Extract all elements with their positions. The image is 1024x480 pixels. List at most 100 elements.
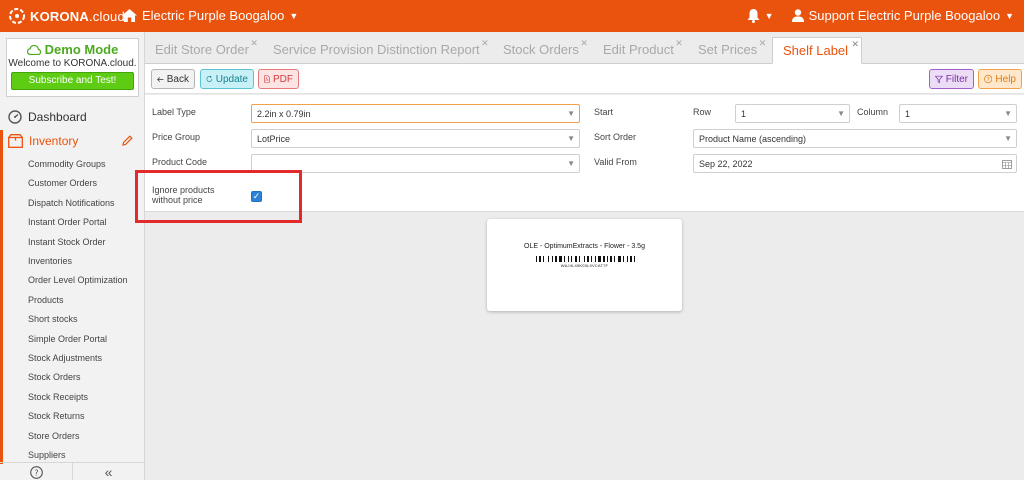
tab-bar: Edit Store Order ✕ Service Provision Dist… [145,32,1024,64]
user-icon [791,9,804,22]
tab-service-provision-distinction-report[interactable]: Service Provision Distinction Report ✕ [273,38,489,57]
chevron-down-icon: ▼ [837,109,845,118]
filter-label: Filter [945,73,968,85]
sidebar-item-short-stocks[interactable]: Short stocks [28,314,78,324]
preview-product-line: OLE - OptimumExtracts - Flower - 3.5g [524,243,645,250]
barcode-bar [584,256,585,262]
notifications-menu[interactable]: ▼ [747,8,774,23]
sidebar-item-instant-order-portal[interactable]: Instant Order Portal [28,217,107,227]
help-circle-button[interactable]: ? [0,463,72,480]
product-code-label: Product Code [152,157,208,167]
sidebar-item-commodity-groups[interactable]: Commodity Groups [28,159,106,169]
close-icon[interactable]: ✕ [759,38,767,49]
svg-text:?: ? [987,77,990,83]
sidebar: Demo Mode Welcome to KORONA.cloud. Subsc… [0,32,145,480]
tab-label: Set Prices [698,42,758,57]
row-value: 1 [741,109,747,119]
sidebar-item-stock-receipts[interactable]: Stock Receipts [28,392,88,402]
tab-stock-orders[interactable]: Stock Orders ✕ [503,38,588,57]
user-menu[interactable]: Support Electric Purple Boogaloo ▼ [791,8,1014,23]
korona-logo[interactable]: KORONA.cloud [8,7,125,25]
sidebar-item-store-orders[interactable]: Store Orders [28,431,80,441]
caret-down-icon: ▼ [764,10,774,21]
help-button[interactable]: ? Help [978,69,1022,89]
tab-shelf-label[interactable]: Shelf Label ✕ [772,37,862,64]
label-type-label: Label Type [152,107,196,117]
store-name: Electric Purple Boogaloo [142,8,285,23]
tab-edit-store-order[interactable]: Edit Store Order ✕ [155,38,258,57]
sidebar-item-stock-returns[interactable]: Stock Returns [28,411,85,421]
close-icon[interactable]: ✕ [675,38,683,49]
pdf-label: PDF [273,73,293,85]
price-group-label: Price Group [152,132,201,142]
barcode-bar [559,256,562,262]
logo-text: KORONA [30,8,89,24]
barcode-bar [607,256,608,262]
user-name: Support Electric Purple Boogaloo [808,8,1001,23]
valid-from-value: Sep 22, 2022 [699,159,753,169]
valid-from-label: Valid From [594,157,637,167]
bell-icon [747,8,760,23]
calendar-icon[interactable] [1002,159,1012,169]
sidebar-item-order-level-optimization[interactable]: Order Level Optimization [28,275,128,285]
sidebar-item-dashboard[interactable]: Dashboard [0,105,144,128]
sidebar-item-stock-orders[interactable]: Stock Orders [28,372,81,382]
barcode-bar [634,256,635,262]
cloud-icon [26,44,41,55]
filter-button[interactable]: Filter [929,69,974,89]
column-label: Column [857,107,889,117]
tab-edit-product[interactable]: Edit Product ✕ [603,38,683,57]
subscribe-button[interactable]: Subscribe and Test! [11,72,134,90]
barcode-bar [623,256,624,262]
pencil-icon[interactable] [122,135,133,146]
top-bar: KORONA.cloud Electric Purple Boogaloo ▼ … [0,0,1024,32]
tab-set-prices[interactable]: Set Prices ✕ [698,38,766,57]
sidebar-item-dispatch-notifications[interactable]: Dispatch Notifications [28,198,115,208]
sidebar-item-inventories[interactable]: Inventories [28,256,72,266]
barcode-bar [543,256,544,262]
svg-text:?: ? [34,468,38,477]
active-section-indicator [0,130,3,464]
pdf-file-icon [264,75,270,83]
valid-from-datepicker[interactable]: Sep 22, 2022 [693,154,1017,173]
filter-icon [935,75,943,83]
barcode [536,256,635,262]
close-icon[interactable]: ✕ [481,38,489,49]
row-select[interactable]: 1 ▼ [735,104,850,123]
price-group-select[interactable]: LotPrice ▼ [251,129,580,148]
help-label: Help [995,73,1016,85]
demo-mode-title: Demo Mode [44,42,119,57]
demo-mode-subtitle: Welcome to KORONA.cloud. [8,58,137,69]
barcode-bar [587,256,589,262]
question-circle-icon: ? [984,74,993,83]
double-chevron-left-icon: « [104,464,113,480]
pdf-button[interactable]: PDF [258,69,299,89]
sidebar-item-stock-adjustments[interactable]: Stock Adjustments [28,353,102,363]
store-switcher[interactable]: Electric Purple Boogaloo ▼ [122,8,298,23]
dashboard-icon [8,109,22,124]
home-icon [122,9,137,22]
back-button[interactable]: Back [151,69,195,89]
close-icon[interactable]: ✕ [580,38,588,49]
column-select[interactable]: 1 ▼ [899,104,1017,123]
sidebar-item-products[interactable]: Products [28,295,64,305]
sidebar-item-instant-stock-order[interactable]: Instant Stock Order [28,237,106,247]
close-icon[interactable]: ✕ [250,38,258,49]
barcode-bar [568,256,569,262]
close-icon[interactable]: ✕ [851,39,859,50]
barcode-bar [539,256,541,262]
tab-label: Edit Store Order [155,42,249,57]
sort-order-value: Product Name (ascending) [699,134,807,144]
sidebar-item-simple-order-portal[interactable]: Simple Order Portal [28,334,107,344]
barcode-bar [571,256,572,262]
sort-order-select[interactable]: Product Name (ascending) ▼ [693,129,1017,148]
label-type-select[interactable]: 2.2in x 0.79in ▼ [251,104,580,123]
row-label: Row [693,107,712,117]
caret-down-icon: ▼ [289,10,299,21]
update-button[interactable]: Update [200,69,254,89]
sidebar-item-customer-orders[interactable]: Customer Orders [28,178,97,188]
start-label: Start [594,107,614,117]
sidebar-footer: ? « [0,462,144,480]
sidebar-item-suppliers[interactable]: Suppliers [28,450,66,460]
collapse-sidebar-button[interactable]: « [72,463,144,480]
